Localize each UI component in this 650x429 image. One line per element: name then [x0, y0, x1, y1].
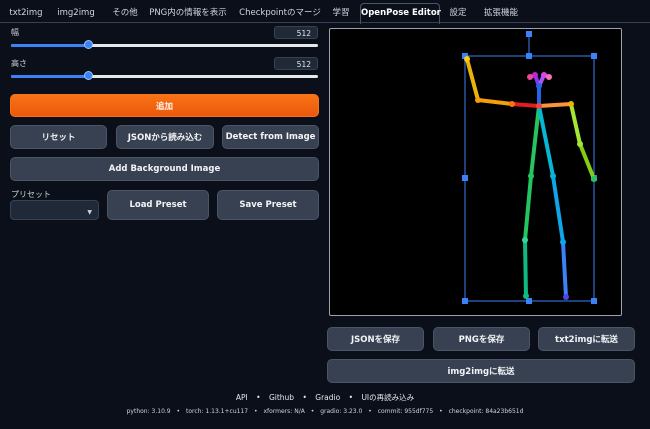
width-slider-thumb[interactable] — [83, 40, 93, 49]
footer-links: API • Github • Gradio • UIの再読み込み — [0, 392, 650, 403]
footer-separator: • — [348, 393, 354, 402]
footer-separator: • — [176, 408, 181, 415]
save-preset-button[interactable]: Save Preset — [217, 190, 319, 220]
pose-skeleton[interactable] — [330, 29, 621, 315]
footer-api-link[interactable]: API — [236, 393, 248, 402]
gradio-version: gradio: 3.23.0 — [320, 408, 363, 415]
preset-label: プリセット — [11, 190, 51, 199]
xformers-version: xformers: N/A — [263, 408, 305, 415]
detect-from-image-button[interactable]: Detect from Image — [222, 125, 319, 149]
load-preset-button[interactable]: Load Preset — [107, 190, 209, 220]
commit-hash: commit: 955df775 — [377, 408, 434, 415]
torch-version: torch: 1.13.1+cu117 — [186, 408, 249, 415]
tab-extras[interactable]: その他 — [106, 4, 144, 22]
tab-png-info[interactable]: PNG内の情報を表示 — [146, 4, 230, 22]
tab-img2img[interactable]: img2img — [55, 4, 97, 22]
footer-separator: • — [368, 408, 372, 415]
tab-bar: txt2img img2img その他 PNG内の情報を表示 Checkpoin… — [0, 0, 650, 24]
width-slider[interactable] — [11, 40, 318, 49]
send-to-img2img-button[interactable]: img2imgに転送 — [327, 359, 635, 383]
height-slider-thumb[interactable] — [83, 71, 93, 80]
footer-separator: • — [439, 408, 443, 415]
footer-separator: • — [254, 408, 258, 415]
tab-extensions[interactable]: 拡張機能 — [478, 4, 524, 22]
tab-divider — [0, 22, 650, 23]
pose-canvas[interactable] — [329, 28, 622, 316]
height-number-input[interactable]: 512 — [274, 57, 318, 70]
height-label: 高さ — [11, 59, 27, 68]
add-button[interactable]: 追加 — [10, 94, 319, 117]
preset-select[interactable]: ▼ — [10, 200, 99, 220]
pose-joints[interactable] — [464, 56, 597, 300]
height-slider-fill — [11, 75, 88, 78]
footer-gradio-link[interactable]: Gradio — [315, 393, 340, 402]
footer-separator: • — [302, 393, 307, 402]
chevron-down-icon: ▼ — [87, 209, 92, 216]
footer-version-info: python: 3.10.9 • torch: 1.13.1+cu117 • x… — [0, 408, 650, 415]
reset-button[interactable]: リセット — [10, 125, 107, 149]
load-json-button[interactable]: JSONから読み込む — [116, 125, 214, 149]
add-background-image-button[interactable]: Add Background Image — [10, 157, 319, 181]
resize-handles[interactable] — [462, 31, 597, 304]
width-slider-fill — [11, 44, 88, 47]
height-slider[interactable] — [11, 71, 318, 80]
tab-settings[interactable]: 設定 — [444, 4, 472, 22]
checkpoint-hash: checkpoint: 84a23b651d — [448, 408, 524, 415]
width-number-input[interactable]: 512 — [274, 26, 318, 39]
tab-openpose-editor[interactable]: OpenPose Editor — [360, 3, 441, 24]
tab-txt2img[interactable]: txt2img — [6, 4, 46, 22]
footer-separator: • — [310, 408, 315, 415]
tab-train[interactable]: 学習 — [327, 4, 355, 22]
footer-github-link[interactable]: Github — [269, 393, 294, 402]
footer-reload-ui-link[interactable]: UIの再読み込み — [361, 393, 414, 402]
save-png-button[interactable]: PNGを保存 — [433, 327, 530, 351]
python-version: python: 3.10.9 — [126, 408, 171, 415]
tab-checkpoint-merger[interactable]: Checkpointのマージ — [238, 4, 322, 22]
send-to-txt2img-button[interactable]: txt2imgに転送 — [538, 327, 635, 351]
save-json-button[interactable]: JSONを保存 — [327, 327, 424, 351]
footer-separator: • — [256, 393, 261, 402]
width-label: 幅 — [11, 28, 19, 37]
